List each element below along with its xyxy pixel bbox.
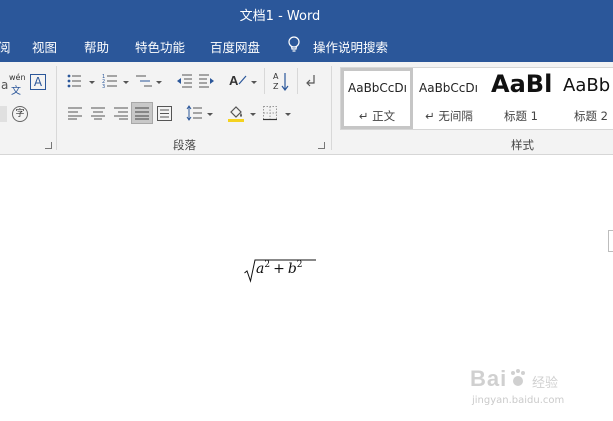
style-no-spacing[interactable]: AaBbCcDı ↵ 无间隔: [413, 68, 485, 129]
phonetic-guide-top[interactable]: wén: [9, 73, 26, 82]
numbering-dropdown-icon[interactable]: [123, 81, 129, 84]
multilevel-list-dropdown-icon[interactable]: [156, 81, 162, 84]
enclose-characters-icon[interactable]: 字: [12, 106, 28, 122]
tell-me-search[interactable]: 操作说明搜索: [313, 37, 388, 56]
style-sample: AaBb: [563, 75, 611, 96]
menu-review[interactable]: 阅: [0, 37, 11, 56]
phonetic-guide-icon[interactable]: 文: [11, 82, 21, 97]
line-spacing-icon[interactable]: [186, 105, 202, 121]
borders-dropdown-icon[interactable]: [285, 113, 291, 116]
exp-b: 2: [296, 260, 303, 270]
var-b: b: [287, 261, 297, 277]
style-normal[interactable]: AaBbCcDı ↵ 正文: [341, 68, 413, 129]
inline-divider: [297, 68, 298, 94]
svg-text:A: A: [273, 72, 279, 81]
style-sample: AaBl: [491, 70, 553, 98]
borders-icon[interactable]: [263, 106, 277, 121]
style-name: 标题 2: [574, 109, 608, 123]
group-divider: [56, 66, 57, 150]
paragraph-dialog-launcher-icon[interactable]: [318, 142, 325, 149]
show-hide-marks-icon[interactable]: [306, 74, 318, 88]
justify-button[interactable]: [131, 102, 153, 124]
plus-operator: +: [273, 261, 285, 277]
group-divider: [331, 66, 332, 150]
font-dialog-launcher-icon[interactable]: [45, 142, 52, 149]
align-left-icon[interactable]: [68, 107, 82, 120]
inline-divider: [264, 68, 265, 94]
menu-help[interactable]: 帮助: [84, 37, 109, 56]
styles-group-label: 样式: [511, 138, 534, 152]
paw-icon: [511, 369, 525, 386]
chinese-layout-icon[interactable]: A: [229, 73, 238, 88]
shading-icon[interactable]: [228, 104, 245, 122]
style-name: ↵ 无间隔: [425, 109, 473, 123]
styles-gallery: AaBbCcDı ↵ 正文 AaBbCcDı ↵ 无间隔 AaBl 标题 1 A…: [340, 67, 613, 130]
style-name: 标题 1: [504, 109, 538, 123]
menu-baidu-netdisk[interactable]: 百度网盘: [210, 37, 260, 56]
clear-format-icon[interactable]: a: [1, 78, 8, 92]
distributed-icon[interactable]: [157, 106, 172, 121]
multilevel-list-icon[interactable]: [136, 74, 152, 88]
chinese-layout-dropdown-icon[interactable]: [251, 81, 257, 84]
watermark-url: jingyan.baidu.com: [472, 395, 565, 406]
shading-dropdown-icon[interactable]: [250, 113, 256, 116]
watermark-subtitle: 经验: [532, 376, 559, 391]
line-spacing-dropdown-icon[interactable]: [207, 113, 213, 116]
document-canvas[interactable]: a2 + b2 Bai 经验 jingyan.baidu.com: [0, 156, 613, 421]
bullets-icon[interactable]: [67, 74, 81, 88]
style-heading-2[interactable]: AaBb 标题 2: [557, 68, 613, 129]
numbering-icon[interactable]: 1 2 3: [102, 73, 117, 90]
paragraph-group-label: 段落: [173, 138, 196, 152]
ribbon: a wén 文 A 字 1 2 3 A A Z 段落 AaBbCcDı ↵ 正文…: [0, 62, 613, 155]
title-bar: 文档1 - Word: [0, 0, 613, 27]
watermark: Bai 经验 jingyan.baidu.com: [470, 366, 610, 416]
align-right-icon[interactable]: [114, 107, 128, 120]
increase-indent-icon[interactable]: [199, 74, 215, 88]
svg-text:3: 3: [102, 84, 105, 90]
chinese-layout-arrow-icon: [238, 75, 247, 85]
style-sample: AaBbCcDı: [348, 81, 407, 95]
bullets-dropdown-icon[interactable]: [89, 81, 95, 84]
style-name: ↵ 正文: [358, 109, 396, 123]
menu-view[interactable]: 视图: [32, 37, 57, 56]
style-sample: AaBbCcDı: [419, 81, 478, 95]
equation-text: a2 + b2: [256, 260, 303, 277]
char-shading-icon[interactable]: [0, 106, 7, 122]
justify-icon: [135, 107, 149, 120]
style-heading-1[interactable]: AaBl 标题 1: [485, 68, 557, 129]
watermark-logo: Bai: [470, 366, 508, 391]
scrollbar-handle[interactable]: [608, 230, 613, 252]
sort-icon[interactable]: A Z: [273, 71, 289, 91]
decrease-indent-icon[interactable]: [176, 74, 192, 88]
menu-bar: 阅 视图 帮助 特色功能 百度网盘 操作说明搜索: [0, 27, 613, 62]
menu-special-features[interactable]: 特色功能: [135, 37, 185, 56]
svg-text:Z: Z: [273, 82, 279, 91]
lightbulb-icon[interactable]: [288, 36, 300, 54]
character-border-icon[interactable]: A: [30, 74, 46, 90]
align-center-icon[interactable]: [91, 107, 105, 120]
window-title: 文档1 - Word: [239, 9, 321, 24]
